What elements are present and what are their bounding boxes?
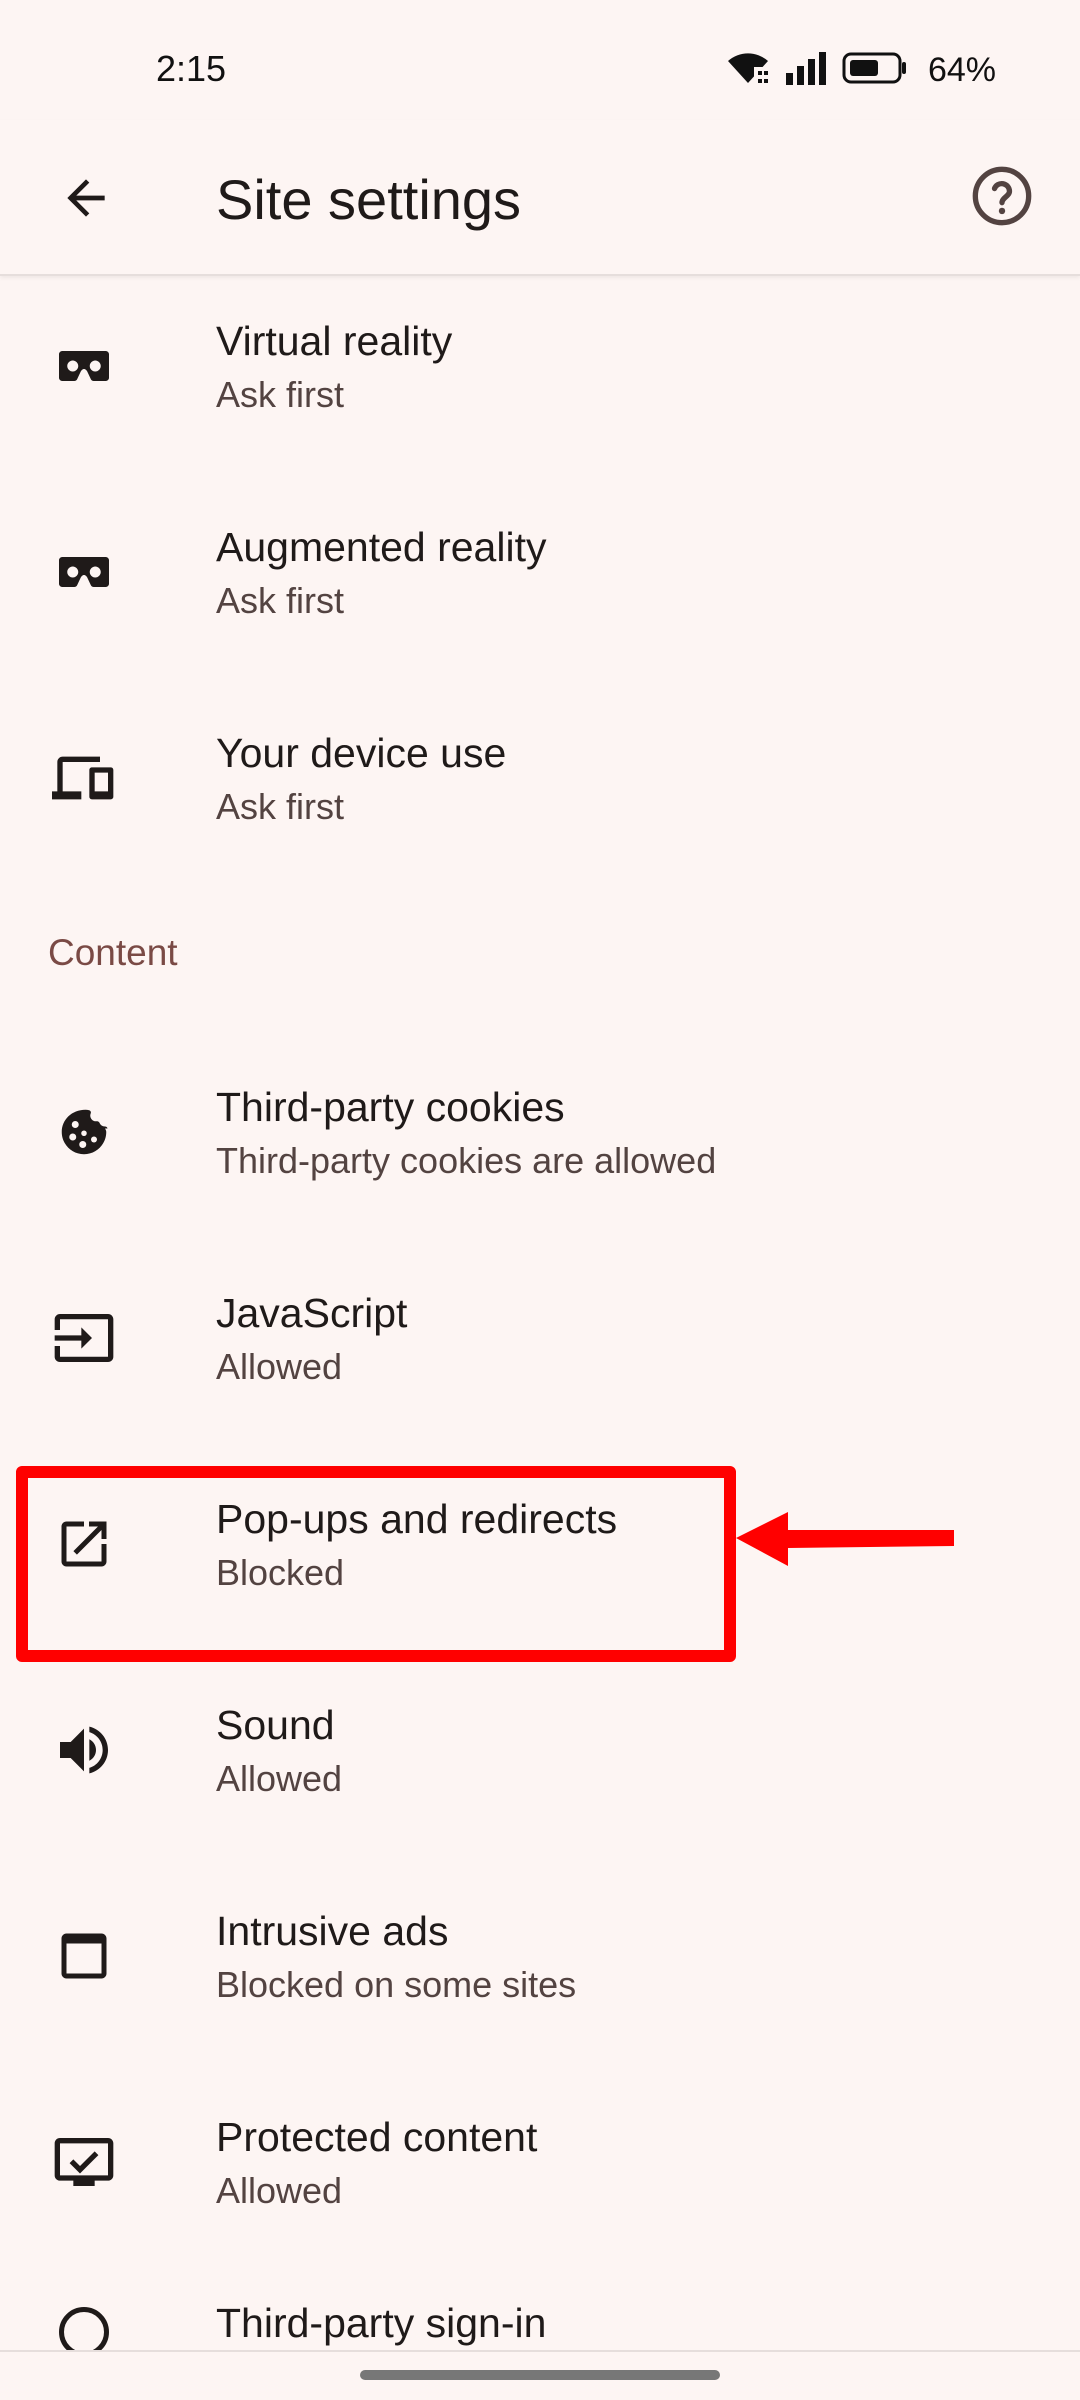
help-circle-icon <box>970 164 1034 233</box>
vr-headset-icon <box>44 532 124 612</box>
cookie-icon <box>44 1092 124 1172</box>
setting-protected-content[interactable]: Protected content Allowed <box>0 2072 1080 2278</box>
setting-sound[interactable]: Sound Allowed <box>0 1660 1080 1866</box>
setting-title: Your device use <box>216 730 507 776</box>
red-arrow-annotation <box>730 1508 960 1583</box>
setting-subtitle: Ask first <box>216 786 345 827</box>
setting-title: Third-party cookies <box>216 1084 565 1130</box>
setting-augmented-reality[interactable]: Augmented reality Ask first <box>0 482 1080 688</box>
setting-title: Sound <box>216 1702 335 1748</box>
help-button[interactable] <box>960 156 1044 240</box>
arrow-back-icon <box>58 170 114 231</box>
javascript-input-icon <box>44 1298 124 1378</box>
wifi-icon <box>724 49 772 92</box>
status-bar: 2:15 64% <box>0 0 1080 140</box>
protected-screen-icon <box>44 2122 124 2202</box>
setting-subtitle: Allowed <box>216 1758 343 1799</box>
setting-title: Virtual reality <box>216 318 453 364</box>
setting-subtitle: Blocked on some sites <box>216 1964 577 2005</box>
setting-third-party-sign-in[interactable]: Third-party sign-in <box>0 2300 1080 2350</box>
highlight-box <box>16 1466 736 1662</box>
setting-subtitle: Allowed <box>216 1346 343 1387</box>
signal-icon <box>784 51 830 90</box>
battery-percent: 64% <box>927 50 996 89</box>
setting-title: JavaScript <box>216 1290 408 1336</box>
vr-headset-icon <box>44 326 124 406</box>
battery-icon <box>842 51 908 90</box>
account-icon <box>44 2300 124 2350</box>
page-title: Site settings <box>216 168 522 231</box>
setting-subtitle: Third-party cookies are allowed <box>216 1140 717 1181</box>
section-header-content: Content <box>48 932 178 973</box>
setting-subtitle: Ask first <box>216 580 345 621</box>
setting-javascript[interactable]: JavaScript Allowed <box>0 1248 1080 1454</box>
status-icons: 64% <box>724 50 996 90</box>
status-time: 2:15 <box>156 48 227 89</box>
bottom-divider <box>0 2350 1080 2352</box>
setting-title: Protected content <box>216 2114 538 2160</box>
setting-intrusive-ads[interactable]: Intrusive ads Blocked on some sites <box>0 1866 1080 2072</box>
back-button[interactable] <box>44 158 128 242</box>
devices-icon <box>44 738 124 818</box>
setting-third-party-cookies[interactable]: Third-party cookies Third-party cookies … <box>0 1042 1080 1248</box>
setting-title: Third-party sign-in <box>216 2300 547 2346</box>
setting-title: Intrusive ads <box>216 1908 449 1954</box>
setting-title: Augmented reality <box>216 524 547 570</box>
app-bar: Site settings <box>0 120 1080 276</box>
setting-your-device-use[interactable]: Your device use Ask first <box>0 688 1080 894</box>
setting-subtitle: Ask first <box>216 374 345 415</box>
home-indicator[interactable] <box>360 2370 720 2380</box>
volume-icon <box>44 1710 124 1790</box>
setting-subtitle: Allowed <box>216 2170 343 2211</box>
window-icon <box>44 1916 124 1996</box>
partial-item-clip: Third-party sign-in <box>0 2300 1080 2350</box>
setting-virtual-reality[interactable]: Virtual reality Ask first <box>0 276 1080 482</box>
